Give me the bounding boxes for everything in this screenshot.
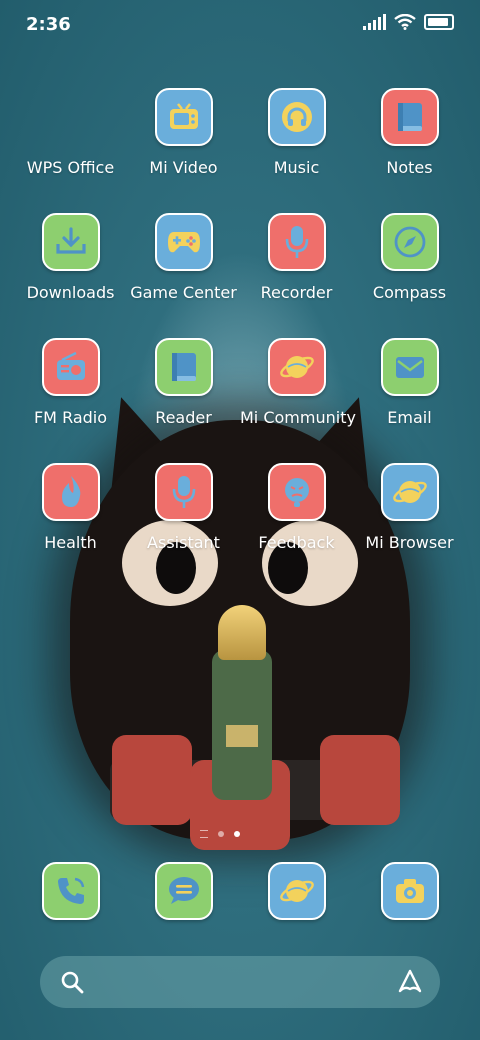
planet-icon xyxy=(380,463,439,521)
gamepad-icon xyxy=(154,213,213,271)
dock-phone-button[interactable] xyxy=(14,862,127,920)
status-bar: 2:36 xyxy=(0,0,480,50)
app-label: Downloads xyxy=(26,283,115,302)
app-recorder[interactable]: Recorder xyxy=(240,213,353,302)
app-mi-community[interactable]: Mi Community xyxy=(240,338,356,427)
app-label: Feedback xyxy=(258,533,335,552)
app-health[interactable]: Health xyxy=(14,463,127,552)
app-label: Compass xyxy=(372,283,447,302)
battery-icon xyxy=(424,14,454,30)
dock-planet-button[interactable] xyxy=(240,862,353,920)
wifi-icon xyxy=(394,14,416,30)
pouch-left xyxy=(112,735,192,825)
cellular-signal-icon xyxy=(363,14,386,30)
app-label: Email xyxy=(387,408,432,427)
page-dot-1[interactable] xyxy=(218,831,224,837)
microphone-icon xyxy=(267,213,326,271)
page-indicator xyxy=(200,830,240,838)
bottle-lamp xyxy=(218,605,266,660)
app-label: Mi Video xyxy=(149,158,218,177)
page-dot-2[interactable] xyxy=(234,831,240,837)
planet-icon xyxy=(267,338,326,396)
app-compass[interactable]: Compass xyxy=(353,213,466,302)
book-icon xyxy=(154,338,213,396)
planet-icon xyxy=(267,862,326,920)
book-icon xyxy=(380,88,439,146)
app-label: WPS Office xyxy=(26,158,115,177)
app-label: Assistant xyxy=(147,533,220,552)
tv-icon xyxy=(154,88,213,146)
phone-icon xyxy=(41,862,100,920)
search-icon xyxy=(61,971,84,994)
app-music[interactable]: Music xyxy=(240,88,353,177)
face-icon xyxy=(267,463,326,521)
flame-icon xyxy=(41,463,100,521)
assistant-logo-icon[interactable] xyxy=(396,968,424,996)
system-icons xyxy=(363,14,454,30)
wps-office-icon xyxy=(42,88,100,146)
compass-icon xyxy=(380,213,439,271)
app-label: Notes xyxy=(386,158,433,177)
app-drawer-indicator[interactable] xyxy=(200,830,208,838)
dock-message-button[interactable] xyxy=(127,862,240,920)
app-notes[interactable]: Notes xyxy=(353,88,466,177)
app-label: Reader xyxy=(155,408,212,427)
clock: 2:36 xyxy=(26,14,71,35)
app-reader[interactable]: Reader xyxy=(127,338,240,427)
app-email[interactable]: Email xyxy=(353,338,466,427)
envelope-icon xyxy=(380,338,439,396)
pouch-right xyxy=(320,735,400,825)
app-label: Mi Community xyxy=(240,408,356,427)
app-assistant[interactable]: Assistant xyxy=(127,463,240,552)
app-mi-video[interactable]: Mi Video xyxy=(127,88,240,177)
app-game-center[interactable]: Game Center xyxy=(127,213,240,302)
app-label: Music xyxy=(273,158,320,177)
message-icon xyxy=(154,862,213,920)
search-bar[interactable] xyxy=(40,956,440,1008)
app-label: Mi Browser xyxy=(365,533,454,552)
app-downloads[interactable]: Downloads xyxy=(14,213,127,302)
app-label: Recorder xyxy=(260,283,333,302)
bottle-label xyxy=(226,725,258,747)
app-feedback[interactable]: Feedback xyxy=(240,463,353,552)
camera-icon xyxy=(380,862,439,920)
dock-camera-button[interactable] xyxy=(353,862,466,920)
app-label: FM Radio xyxy=(33,408,108,427)
microphone-icon xyxy=(154,463,213,521)
app-label: Game Center xyxy=(130,283,237,302)
download-icon xyxy=(41,213,100,271)
app-mi-browser[interactable]: Mi Browser xyxy=(353,463,466,552)
app-label: Health xyxy=(44,533,97,552)
headphones-icon xyxy=(267,88,326,146)
radio-icon xyxy=(41,338,100,396)
app-wps-office[interactable]: WPS Office xyxy=(14,88,127,177)
app-fm-radio[interactable]: FM Radio xyxy=(14,338,127,427)
